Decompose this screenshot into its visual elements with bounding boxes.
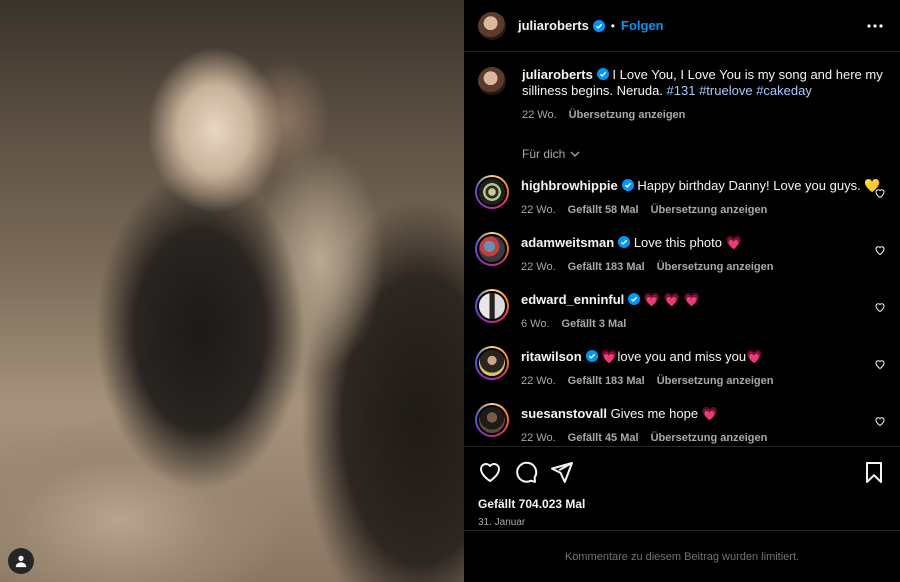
comment-text: 💗love you and miss you💗 xyxy=(601,349,763,364)
comment-likes[interactable]: Gefällt 183 Mal xyxy=(568,373,645,389)
like-count[interactable]: Gefällt 704.023 Mal xyxy=(478,497,886,511)
comment-item: ritawilson 💗love you and miss you💗 22 Wo… xyxy=(475,346,886,389)
comment-text: Happy birthday Danny! Love you guys. 💛 xyxy=(637,178,881,193)
comment-filter-dropdown[interactable]: Für dich xyxy=(522,147,886,161)
heart-icon[interactable] xyxy=(874,301,886,313)
comment-text: 💗 💗 💗 xyxy=(643,292,700,307)
comment-avatar[interactable] xyxy=(475,175,509,209)
comment-username[interactable]: suesanstovall xyxy=(521,406,607,421)
comment-likes[interactable]: Gefällt 3 Mal xyxy=(562,316,627,332)
heart-icon[interactable] xyxy=(874,358,886,370)
comment-item: edward_enninful 💗 💗 💗 6 Wo. Gefällt 3 Ma… xyxy=(475,289,886,332)
verified-icon xyxy=(596,68,609,80)
hashtag[interactable]: #truelove xyxy=(699,83,752,98)
comments-section[interactable]: juliaroberts I Love You, I Love You is m… xyxy=(464,53,900,445)
caption-age[interactable]: 22 Wo. xyxy=(522,107,557,123)
comment-likes[interactable]: Gefällt 45 Mal xyxy=(568,430,639,445)
comments-limited-notice: Kommentare zu diesem Beitrag wurden limi… xyxy=(464,530,900,582)
verified-icon xyxy=(628,293,641,305)
filter-label: Für dich xyxy=(522,147,566,161)
translate-link[interactable]: Übersetzung anzeigen xyxy=(657,259,774,275)
translate-link[interactable]: Übersetzung anzeigen xyxy=(651,430,768,445)
comment-username[interactable]: highbrowhippie xyxy=(521,178,618,193)
heart-icon[interactable] xyxy=(874,244,886,256)
comment-age[interactable]: 22 Wo. xyxy=(521,202,556,218)
heart-icon[interactable] xyxy=(874,187,886,199)
caption-username[interactable]: juliaroberts xyxy=(522,67,593,82)
comment-avatar[interactable] xyxy=(475,346,509,380)
comment-age[interactable]: 22 Wo. xyxy=(521,373,556,389)
comment-item: highbrowhippie Happy birthday Danny! Lov… xyxy=(475,175,886,218)
post-header: juliaroberts • Folgen xyxy=(464,0,900,52)
comment-likes[interactable]: Gefällt 183 Mal xyxy=(568,259,645,275)
comment-username[interactable]: ritawilson xyxy=(521,349,582,364)
user-tag-icon[interactable] xyxy=(8,548,34,574)
heart-icon[interactable] xyxy=(478,460,502,484)
verified-icon xyxy=(592,19,605,32)
translate-link[interactable]: Übersetzung anzeigen xyxy=(651,202,768,218)
comment-likes[interactable]: Gefällt 58 Mal xyxy=(568,202,639,218)
post-actions: Gefällt 704.023 Mal 31. Januar xyxy=(464,446,900,528)
comment-username[interactable]: adamweitsman xyxy=(521,235,614,250)
post-caption: juliaroberts I Love You, I Love You is m… xyxy=(478,53,886,123)
comment-age[interactable]: 6 Wo. xyxy=(521,316,550,332)
more-options-icon[interactable] xyxy=(864,15,886,37)
post-date[interactable]: 31. Januar xyxy=(478,517,886,528)
author-username[interactable]: juliaroberts xyxy=(518,18,589,33)
verified-icon xyxy=(585,350,598,362)
bookmark-icon[interactable] xyxy=(862,460,886,484)
verified-icon xyxy=(618,236,631,248)
author-avatar[interactable] xyxy=(478,11,506,40)
chevron-down-icon xyxy=(570,151,580,157)
comment-age[interactable]: 22 Wo. xyxy=(521,430,556,445)
comment-avatar[interactable] xyxy=(475,289,509,323)
verified-icon xyxy=(621,179,634,191)
separator-dot: • xyxy=(610,18,615,33)
comment-item: adamweitsman Love this photo 💗 22 Wo. Ge… xyxy=(475,232,886,275)
comment-avatar[interactable] xyxy=(475,232,509,266)
comment-age[interactable]: 22 Wo. xyxy=(521,259,556,275)
share-icon[interactable] xyxy=(550,460,574,484)
comment-username[interactable]: edward_enninful xyxy=(521,292,624,307)
follow-button[interactable]: Folgen xyxy=(621,18,664,33)
hashtag[interactable]: #131 xyxy=(667,83,696,98)
comment-icon[interactable] xyxy=(514,460,538,484)
translate-link[interactable]: Übersetzung anzeigen xyxy=(657,373,774,389)
post-photo[interactable] xyxy=(0,0,464,582)
comment-avatar[interactable] xyxy=(475,403,509,437)
hashtag[interactable]: #cakeday xyxy=(756,83,812,98)
comment-text: Love this photo 💗 xyxy=(633,235,742,250)
comment-item: suesanstovall Gives me hope 💗 22 Wo. Gef… xyxy=(475,403,886,445)
translate-link[interactable]: Übersetzung anzeigen xyxy=(569,107,686,123)
comment-text: Gives me hope 💗 xyxy=(610,406,718,421)
caption-avatar[interactable] xyxy=(478,67,506,95)
post-side-panel: juliaroberts • Folgen juliaroberts I Lov… xyxy=(464,0,900,582)
heart-icon[interactable] xyxy=(874,415,886,427)
